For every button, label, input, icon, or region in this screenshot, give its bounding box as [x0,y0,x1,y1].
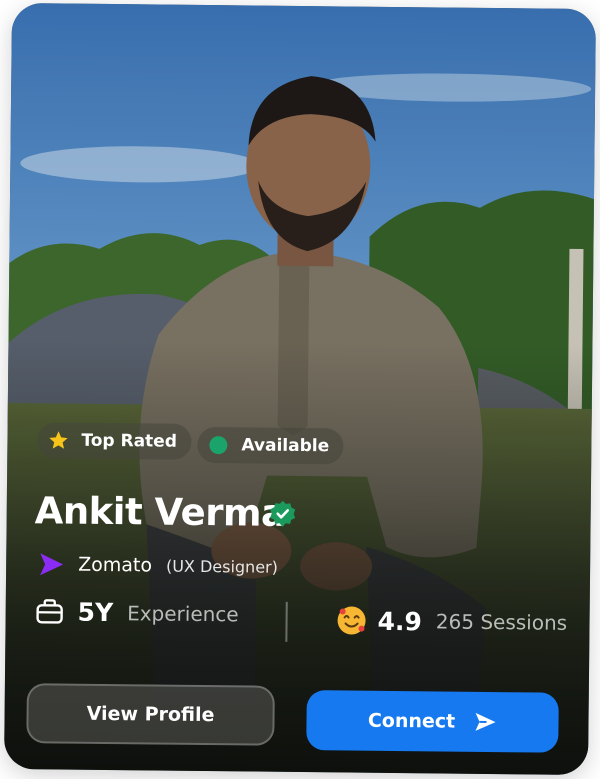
experience-stat: 5Y Experience [36,597,239,628]
mentor-card: Top Rated Available Ankit Verma Zomato (… [4,2,596,776]
verified-badge-icon [269,500,297,528]
sessions-label: 265 Sessions [435,609,568,635]
stats-divider [285,601,288,642]
star-icon [47,429,69,451]
rating-value: 4.9 [377,606,423,636]
company-row: Zomato (UX Designer) [36,550,278,581]
profile-name: Ankit Verma [34,489,286,535]
top-rated-badge: Top Rated [37,422,192,460]
connect-button[interactable]: Connect [306,690,559,753]
view-profile-button[interactable]: View Profile [26,683,275,746]
available-dot-icon [207,434,229,456]
top-rated-label: Top Rated [81,430,178,452]
briefcase-icon [36,598,66,626]
view-profile-label: View Profile [86,702,215,727]
available-label: Available [241,435,330,457]
send-icon [473,711,497,733]
company-logo-icon [36,550,66,578]
connect-label: Connect [367,709,456,733]
experience-value: 5Y [77,597,114,628]
availability-badge: Available [197,426,344,465]
job-role: (UX Designer) [165,556,279,577]
experience-label: Experience [127,600,239,626]
rating-stat: 4.9 265 Sessions [335,604,567,638]
smiling-face-icon [335,604,367,636]
company-name: Zomato [78,553,153,577]
